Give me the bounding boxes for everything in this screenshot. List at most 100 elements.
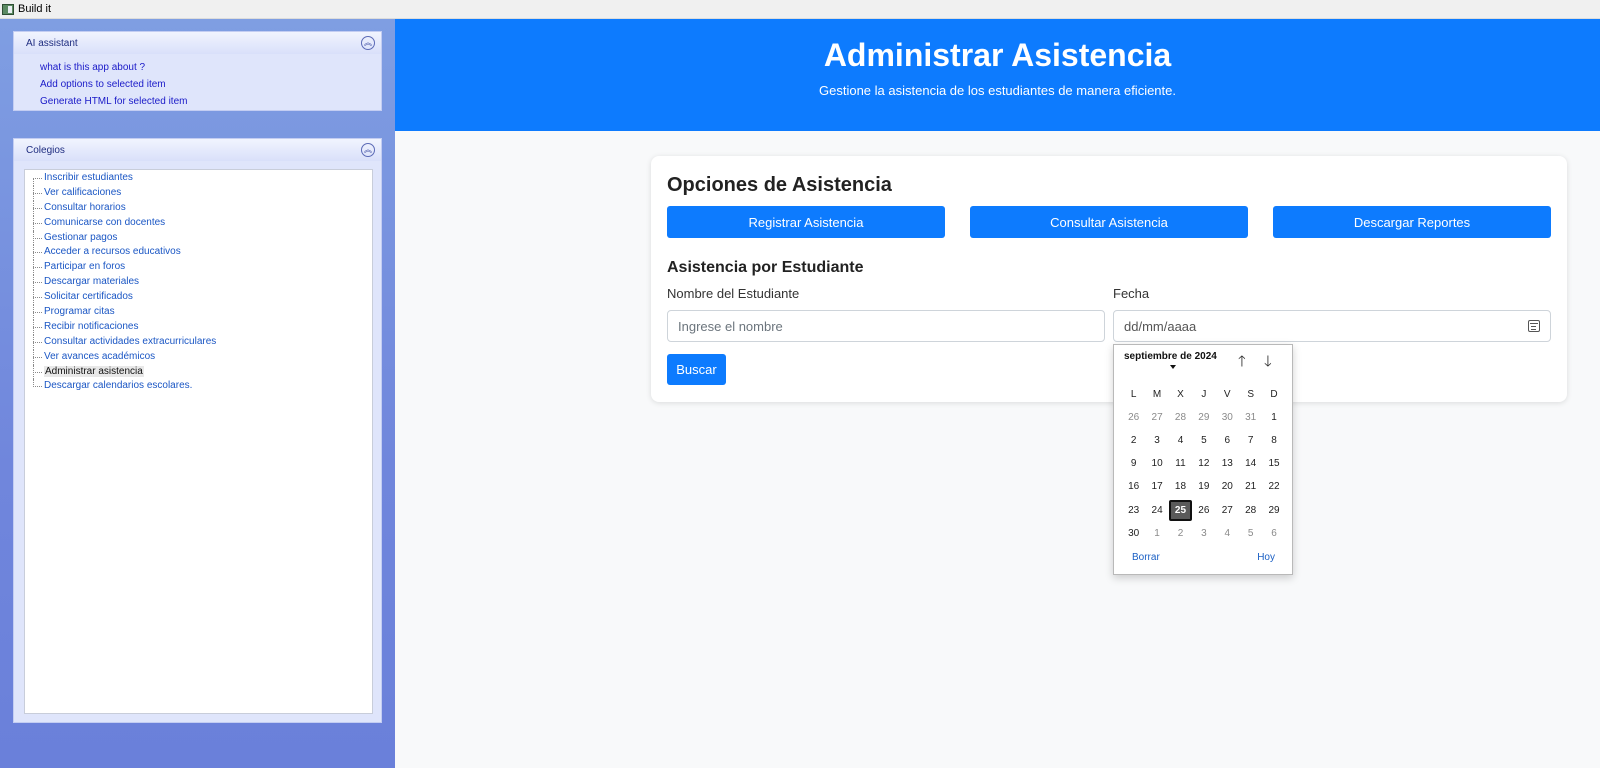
tree-item-recibir-notificaciones[interactable]: Recibir notificaciones: [25, 319, 372, 335]
tree-item-ver-avances[interactable]: Ver avances académicos: [25, 349, 372, 365]
today-button[interactable]: Hoy: [1257, 552, 1275, 563]
tree-item-consultar-actividades[interactable]: Consultar actividades extracurriculares: [25, 334, 372, 350]
calendar-day[interactable]: 6: [1262, 523, 1285, 544]
ai-link-add-options[interactable]: Add options to selected item: [40, 76, 381, 93]
calendar-day[interactable]: 19: [1192, 476, 1215, 497]
tree-item-ver-calificaciones[interactable]: Ver calificaciones: [25, 185, 372, 201]
arrow-down-icon[interactable]: 🡓: [1264, 351, 1272, 376]
tree-item-descargar-materiales[interactable]: Descargar materiales: [25, 275, 372, 291]
tree-item-label: Programar citas: [44, 306, 115, 318]
calendar-day[interactable]: 5: [1192, 430, 1215, 451]
calendar-day[interactable]: 18: [1169, 476, 1192, 497]
calendar-day[interactable]: 29: [1192, 407, 1215, 428]
calendar-day[interactable]: 6: [1216, 430, 1239, 451]
weekday-header-row: L M X J V S D: [1122, 383, 1286, 406]
tree-item-label: Administrar asistencia: [44, 365, 144, 377]
calendar-day[interactable]: 26: [1122, 407, 1145, 428]
colegios-header[interactable]: Colegios ︽: [14, 139, 381, 161]
date-placeholder: dd/mm/aaaa: [1124, 318, 1197, 334]
calendar-day[interactable]: 9: [1122, 453, 1145, 474]
calendar-day[interactable]: 11: [1169, 453, 1192, 474]
calendar-day[interactable]: 2: [1122, 430, 1145, 451]
calendar-day[interactable]: 21: [1239, 476, 1262, 497]
calendar-day[interactable]: 20: [1216, 476, 1239, 497]
caret-down-icon[interactable]: [1170, 365, 1176, 369]
collapse-icon[interactable]: ︽: [361, 143, 375, 157]
ai-assistant-links: what is this app about ? Add options to …: [14, 54, 381, 110]
search-button[interactable]: Buscar: [667, 354, 726, 385]
calendar-day[interactable]: 26: [1192, 500, 1215, 521]
calendar-day[interactable]: 4: [1169, 430, 1192, 451]
calendar-day[interactable]: 23: [1122, 500, 1145, 521]
tree-item-solicitar-certificados[interactable]: Solicitar certificados: [25, 290, 372, 305]
tree-item-participar-foros[interactable]: Participar en foros: [25, 260, 372, 276]
tree-item-label: Comunicarse con docentes: [44, 216, 166, 228]
calendar-day[interactable]: 1: [1262, 407, 1285, 428]
calendar-day[interactable]: 3: [1192, 523, 1215, 544]
tree-item-programar-citas[interactable]: Programar citas: [25, 305, 372, 320]
calendar-day[interactable]: 4: [1216, 523, 1239, 544]
tree-item-administrar-asistencia[interactable]: Administrar asistencia: [25, 364, 372, 380]
calendar-day[interactable]: 15: [1262, 453, 1285, 474]
ai-assistant-title: AI assistant: [26, 37, 78, 49]
calendar-day[interactable]: 7: [1239, 430, 1262, 451]
arrow-up-icon[interactable]: 🡑: [1238, 351, 1246, 376]
tree-item-gestionar-pagos[interactable]: Gestionar pagos: [25, 230, 372, 246]
tree-item-label: Gestionar pagos: [44, 231, 118, 243]
page-subtitle: Gestione la asistencia de los estudiante…: [819, 83, 1176, 98]
collapse-icon[interactable]: ︽: [361, 36, 375, 50]
date-label: Fecha: [1113, 286, 1150, 301]
tree-item-consultar-horarios[interactable]: Consultar horarios: [25, 200, 372, 216]
calendar-day[interactable]: 12: [1192, 453, 1215, 474]
tree-item-inscribir-estudiantes[interactable]: Inscribir estudiantes: [25, 171, 372, 186]
clear-date-button[interactable]: Borrar: [1132, 552, 1160, 563]
calendar-day[interactable]: 1: [1145, 523, 1168, 544]
calendar-day[interactable]: 30: [1122, 523, 1145, 544]
page-header: Administrar Asistencia Gestione la asist…: [395, 19, 1600, 131]
colegios-tree: Inscribir estudiantes Ver calificaciones…: [24, 169, 373, 714]
ai-assistant-pane: AI assistant ︽ what is this app about ? …: [13, 31, 382, 111]
weekday-label: V: [1223, 389, 1231, 401]
calendar-day[interactable]: 31: [1239, 407, 1262, 428]
calendar-day[interactable]: 16: [1122, 476, 1145, 497]
calendar-day[interactable]: 24: [1145, 500, 1168, 521]
calendar-day[interactable]: 27: [1145, 407, 1168, 428]
window-title: Build it: [18, 3, 52, 15]
calendar-day[interactable]: 28: [1169, 407, 1192, 428]
tree-item-label: Consultar actividades extracurriculares: [44, 335, 217, 347]
month-selector[interactable]: septiembre de 2024: [1124, 351, 1217, 362]
calendar-day[interactable]: 30: [1216, 407, 1239, 428]
weekday-label: X: [1177, 389, 1184, 401]
tree-item-acceder-recursos[interactable]: Acceder a recursos educativos: [25, 245, 372, 261]
calendar-day[interactable]: 22: [1262, 476, 1285, 497]
calendar-day[interactable]: 14: [1239, 453, 1262, 474]
calendar-icon[interactable]: [1528, 320, 1540, 332]
calendar-day[interactable]: 13: [1216, 453, 1239, 474]
calendar-week-row: 16 17 18 19 20 21 22: [1122, 475, 1286, 498]
calendar-day[interactable]: 5: [1239, 523, 1262, 544]
student-name-label: Nombre del Estudiante: [667, 286, 800, 301]
ai-link-about[interactable]: what is this app about ?: [40, 59, 381, 76]
calendar-day-selected[interactable]: 25: [1168, 499, 1193, 521]
ai-assistant-header[interactable]: AI assistant ︽: [14, 32, 381, 54]
calendar-day[interactable]: 3: [1145, 430, 1168, 451]
page-title: Administrar Asistencia: [823, 37, 1172, 73]
calendar-day[interactable]: 8: [1262, 430, 1285, 451]
calendar-day[interactable]: 17: [1145, 476, 1168, 497]
calendar-week-row: 23 24 25 26 27 28 29: [1122, 498, 1286, 521]
student-name-input[interactable]: Ingrese el nombre: [667, 310, 1105, 342]
tree-item-descargar-calendarios[interactable]: Descargar calendarios escolares.: [25, 379, 372, 394]
left-panel: AI assistant ︽ what is this app about ? …: [0, 19, 395, 768]
ai-link-generate-html[interactable]: Generate HTML for selected item: [40, 93, 381, 110]
consult-attendance-button[interactable]: Consultar Asistencia: [970, 206, 1248, 238]
tree-item-comunicarse-con-docentes[interactable]: Comunicarse con docentes: [25, 215, 372, 231]
calendar-day[interactable]: 2: [1169, 523, 1192, 544]
download-reports-button[interactable]: Descargar Reportes: [1273, 206, 1551, 238]
weekday-label: M: [1152, 389, 1162, 401]
date-input[interactable]: dd/mm/aaaa: [1113, 310, 1551, 342]
calendar-day[interactable]: 27: [1216, 500, 1239, 521]
calendar-day[interactable]: 28: [1239, 500, 1262, 521]
calendar-day[interactable]: 29: [1262, 500, 1285, 521]
register-attendance-button[interactable]: Registrar Asistencia: [667, 206, 945, 238]
calendar-day[interactable]: 10: [1145, 453, 1168, 474]
